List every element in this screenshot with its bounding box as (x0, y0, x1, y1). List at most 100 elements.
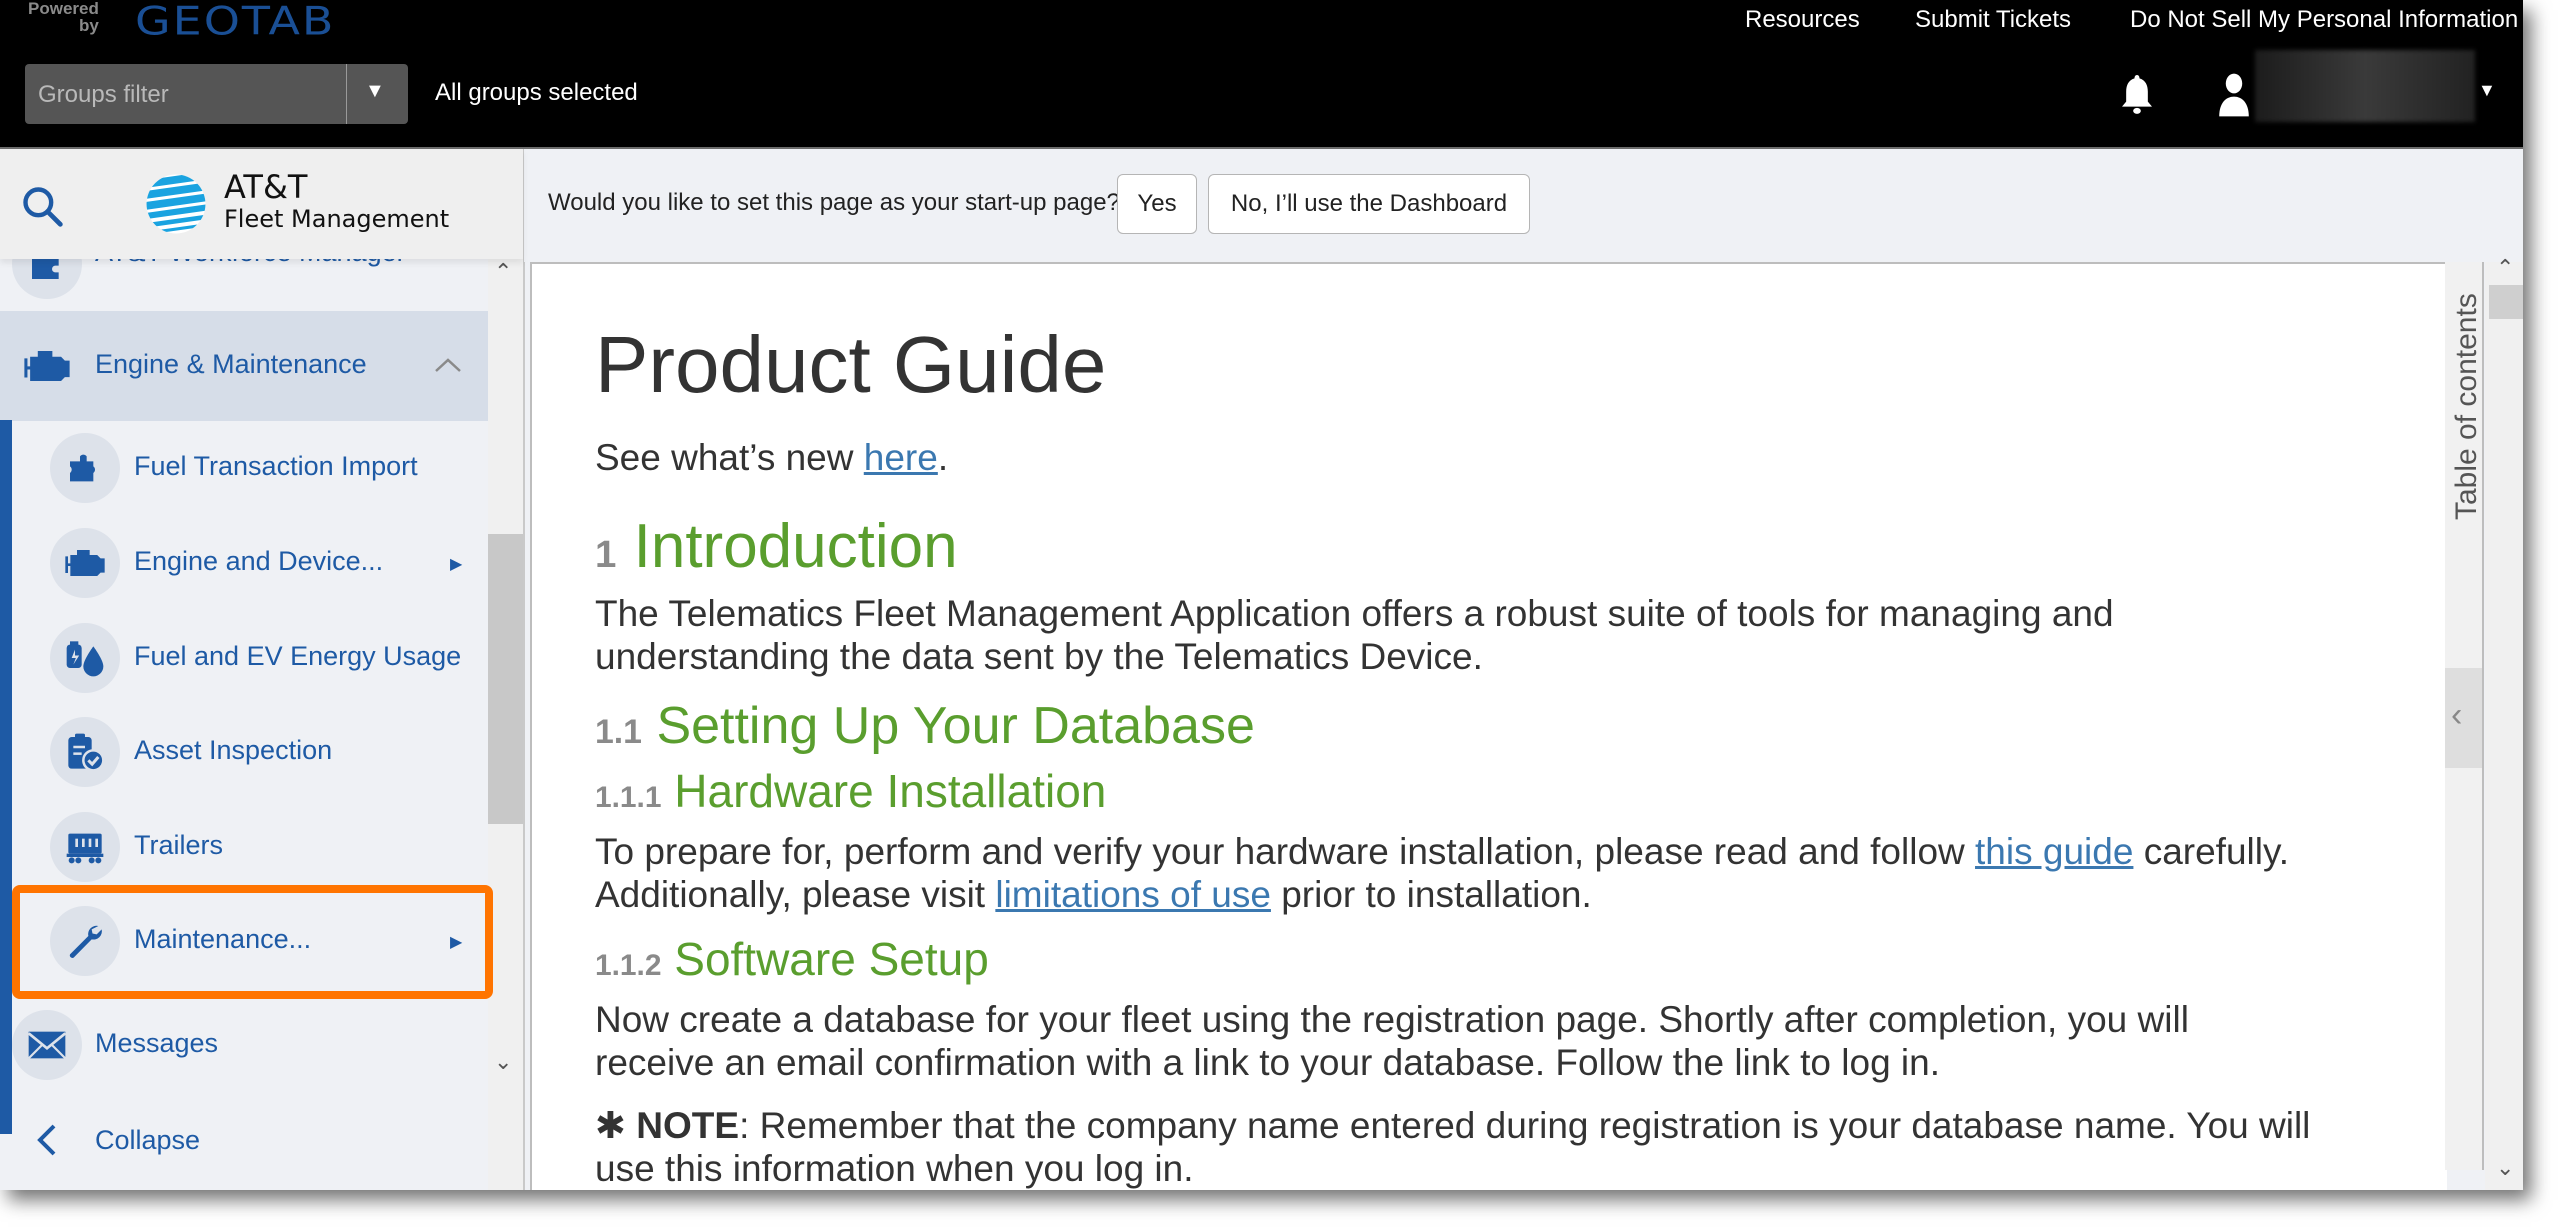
content-scroll-up-icon[interactable]: ⌃ (2496, 255, 2514, 281)
intro-body-line-2: understanding the data sent by the Telem… (595, 636, 1483, 677)
icon-circle (12, 1010, 82, 1080)
text: Additionally, please visit (595, 874, 996, 915)
sidebar: AT&T Fleet Management AT&T Workforce Man… (0, 149, 525, 1190)
user-menu-chevron-down-icon[interactable]: ▼ (2478, 80, 2496, 101)
sidebar-item-label: Fuel Transaction Import (134, 451, 418, 481)
product-guide-content: Product Guide See what’s new here. 1 Int… (530, 262, 2447, 1190)
powered-by-label: Powered by (28, 0, 99, 34)
whats-new-paragraph: See what’s new here. (595, 436, 948, 479)
section-number: 1 (595, 533, 617, 576)
groups-filter[interactable]: Groups filter ▼ (25, 64, 408, 124)
section-title: Hardware Installation (674, 765, 1107, 817)
icon-circle (50, 812, 120, 882)
sidebar-item-maintenance[interactable]: Maintenance... ▶ (0, 906, 488, 996)
hardware-body-line-2: Additionally, please visit limitations o… (595, 873, 1592, 916)
text: To prepare for, perform and verify your … (595, 831, 1976, 872)
text: carefully. (2133, 831, 2290, 872)
yes-button[interactable]: Yes (1117, 174, 1197, 234)
sidebar-item-label: Asset Inspection (134, 735, 333, 765)
search-icon[interactable] (20, 184, 64, 228)
fuel-ev-icon (66, 641, 104, 677)
engine-icon (65, 550, 105, 576)
icon-circle (50, 906, 120, 976)
submenu-arrow-icon: ▶ (450, 934, 463, 951)
trailer-icon (66, 833, 104, 864)
powered-by-text: Powered by (28, 0, 99, 35)
startup-page-prompt: Would you like to set this page as your … (524, 149, 2523, 262)
sidebar-item-fuel-transaction-import[interactable]: Fuel Transaction Import (0, 433, 488, 523)
whats-new-link[interactable]: here (864, 437, 938, 478)
wrench-icon (69, 925, 102, 958)
software-body-line-2: receive an email confirmation with a lin… (595, 1042, 1941, 1083)
envelope-icon (27, 1031, 67, 1060)
note-label: NOTE (636, 1105, 740, 1146)
text: . (937, 437, 949, 478)
toc-chevron-left-icon[interactable]: ‹ (2451, 696, 2462, 735)
chevron-up-icon[interactable] (434, 356, 462, 374)
sidebar-scrollbar-thumb[interactable] (488, 534, 523, 824)
submenu-arrow-icon: ▶ (450, 556, 463, 573)
sidebar-item-fuel-ev-energy-usage[interactable]: Fuel and EV Energy Usage (0, 623, 488, 713)
groups-filter-divider (346, 64, 347, 124)
sidebar-collapse[interactable]: Collapse (0, 1109, 488, 1179)
section-heading-introduction: 1 Introduction (595, 511, 958, 582)
section-heading-software: 1.1.2 Software Setup (595, 932, 989, 986)
content-scrollbar-thumb[interactable] (2489, 285, 2523, 319)
software-body-line-1: Now create a database for your fleet usi… (595, 999, 2189, 1040)
geotab-logo: GEOTAB (135, 0, 336, 44)
sidebar-item-label: Fuel and EV Energy Usage (134, 641, 462, 671)
icon-circle (50, 528, 120, 598)
note-line-2: use this information when you log in. (595, 1148, 1194, 1189)
intro-body-line-1: The Telematics Fleet Management Applicat… (595, 593, 2114, 634)
top-header: Powered by GEOTAB Groups filter ▼ All gr… (0, 0, 2523, 149)
sidebar-section-engine-maintenance[interactable]: Engine & Maintenance (0, 311, 488, 421)
limitations-of-use-link[interactable]: limitations of use (995, 874, 1271, 915)
user-name-redacted[interactable] (2255, 50, 2475, 122)
do-not-sell-link[interactable]: Do Not Sell My Personal Information (2130, 6, 2518, 34)
this-guide-link[interactable]: this guide (1975, 831, 2133, 872)
sidebar-scroll-up-icon[interactable]: ⌃ (494, 259, 512, 285)
sidebar-item-label: Trailers (134, 830, 224, 860)
att-globe-logo-icon (146, 174, 206, 234)
section-number: 1.1 (595, 713, 642, 751)
icon-circle (50, 433, 120, 503)
sidebar-header: AT&T Fleet Management (0, 149, 523, 259)
sidebar-scroll-down-icon[interactable]: ⌄ (494, 1049, 512, 1075)
text: prior to installation. (1270, 874, 1592, 915)
sidebar-section-label: Engine & Maintenance (95, 349, 367, 379)
use-dashboard-button[interactable]: No, I’ll use the Dashboard (1208, 174, 1530, 234)
groups-filter-dropdown-icon[interactable]: ▼ (365, 80, 385, 103)
att-brand-subtitle: Fleet Management (224, 205, 450, 233)
icon-circle (50, 717, 120, 787)
sidebar-item-label: Messages (95, 1028, 219, 1058)
bell-icon[interactable] (2117, 73, 2157, 117)
section-heading-database: 1.1 Setting Up Your Database (595, 696, 1255, 756)
groups-status: All groups selected (435, 79, 638, 106)
page-title: Product Guide (595, 320, 1107, 409)
section-number: 1.1.1 (595, 781, 662, 814)
att-brand-name: AT&T (224, 168, 308, 206)
user-icon[interactable] (2214, 72, 2254, 118)
sidebar-item-engine-and-device[interactable]: Engine and Device... ▶ (0, 528, 488, 618)
table-of-contents-label[interactable]: Table of contents (2450, 293, 2484, 520)
startup-question: Would you like to set this page as your … (548, 189, 1120, 216)
resources-link[interactable]: Resources (1745, 6, 1860, 34)
section-heading-hardware: 1.1.1 Hardware Installation (595, 764, 1106, 818)
clipboard-check-icon (68, 733, 105, 772)
sidebar-item-messages[interactable]: Messages (0, 1010, 488, 1100)
sidebar-item-label: Engine and Device... (134, 546, 384, 576)
sidebar-item-label: Maintenance... (134, 924, 312, 954)
sidebar-item-trailers[interactable]: Trailers (0, 812, 488, 902)
section-number: 1.1.2 (595, 949, 662, 982)
icon-circle (50, 623, 120, 693)
hardware-body-line-1: To prepare for, perform and verify your … (595, 830, 2289, 873)
sidebar-item-asset-inspection[interactable]: Asset Inspection (0, 717, 488, 807)
content-scroll-down-icon[interactable]: ⌄ (2496, 1155, 2514, 1181)
section-title: Software Setup (674, 933, 989, 985)
groups-filter-placeholder[interactable]: Groups filter (38, 81, 169, 109)
collapse-label: Collapse (95, 1125, 201, 1155)
chevron-left-icon (37, 1124, 56, 1156)
content-scrollbar-track[interactable] (2485, 262, 2523, 1190)
submit-tickets-link[interactable]: Submit Tickets (1915, 6, 2071, 34)
puzzle-icon (70, 454, 95, 482)
